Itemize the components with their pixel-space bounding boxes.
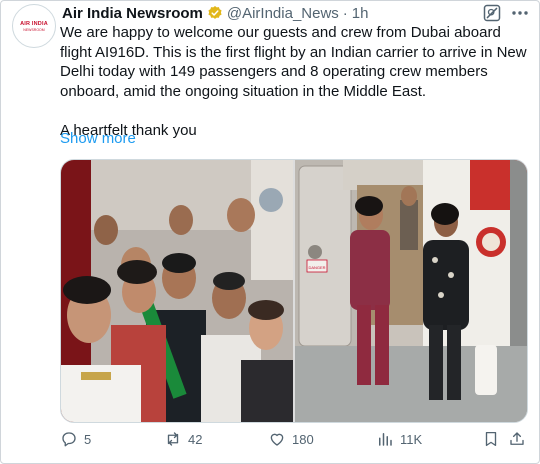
bookmark-button[interactable] (482, 430, 500, 448)
crew-selfie-photo[interactable] (61, 160, 293, 422)
grok-icon[interactable] (482, 3, 502, 23)
bookmark-icon (485, 431, 497, 447)
media-grid: DANGER (60, 159, 528, 423)
timestamp[interactable]: 1h (352, 5, 369, 22)
avatar[interactable]: AIR INDIA NEWSROOM (12, 4, 56, 48)
show-more-link[interactable]: Show more (60, 130, 136, 147)
share-button[interactable] (508, 430, 526, 448)
tweet-header: Air India Newsroom @AirIndia_News · 1h (62, 4, 368, 22)
views-icon (379, 433, 392, 446)
reply-icon (62, 432, 76, 447)
tweet-text: We are happy to welcome our guests and c… (60, 24, 527, 139)
separator-dot: · (342, 4, 348, 22)
views-button[interactable]: 11K (376, 430, 422, 448)
reply-button[interactable]: 5 (60, 430, 91, 448)
verified-badge-icon (208, 6, 222, 19)
heart-icon (270, 433, 284, 446)
danger-placard-text: DANGER (308, 265, 325, 270)
avatar-logo-subtext: NEWSROOM (23, 27, 45, 32)
share-icon (510, 432, 524, 445)
reply-count: 5 (84, 431, 92, 447)
like-count: 180 (292, 431, 314, 447)
tweet-actions: 5 42 180 11K (60, 430, 530, 452)
more-options-icon[interactable] (508, 1, 532, 25)
views-count: 11K (400, 431, 423, 447)
repost-count: 42 (188, 431, 203, 447)
deplaning-photo[interactable]: DANGER (295, 160, 527, 422)
repost-icon (167, 432, 179, 446)
author-name[interactable]: Air India Newsroom (62, 5, 203, 22)
like-button[interactable]: 180 (268, 430, 314, 448)
repost-button[interactable]: 42 (164, 430, 202, 448)
author-handle[interactable]: @AirIndia_News (227, 5, 339, 22)
avatar-logo-text: AIR INDIA (20, 20, 48, 27)
